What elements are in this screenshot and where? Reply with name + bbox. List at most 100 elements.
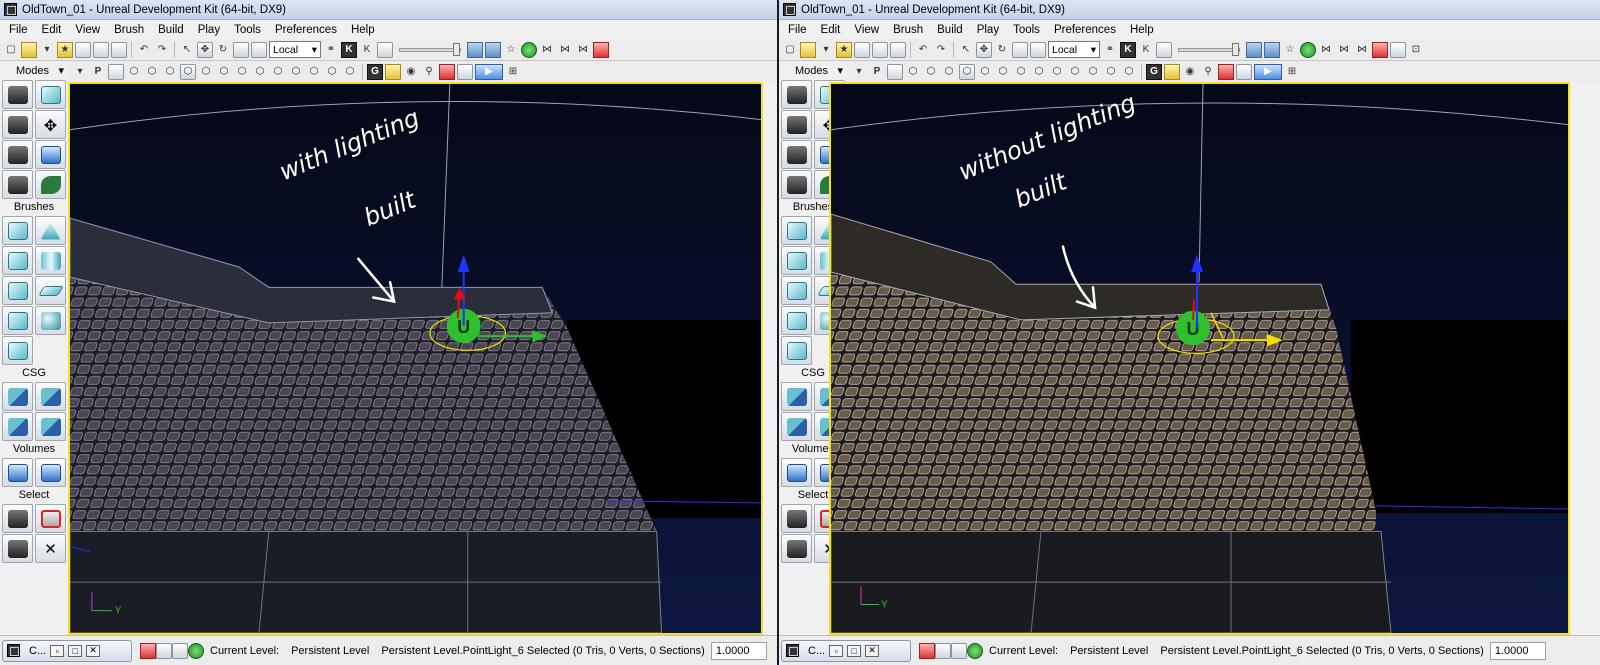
world-properties-icon[interactable] [1264, 41, 1280, 58]
save-all-icon[interactable] [872, 41, 888, 58]
build-lighting-icon[interactable]: ⋈ [1318, 42, 1334, 58]
menu-file[interactable]: File [2, 24, 35, 36]
terrain-mode-button[interactable] [781, 110, 812, 139]
texture-density-icon[interactable]: ⬡ [252, 64, 268, 80]
camera-mode-button[interactable] [2, 80, 33, 109]
build-geometry-icon[interactable] [521, 41, 537, 58]
world-properties-icon[interactable] [485, 41, 501, 58]
linear-stair-brush-button[interactable] [781, 276, 812, 305]
camera-mode-button[interactable] [781, 80, 812, 109]
perspective-icon[interactable]: P [90, 64, 106, 80]
menu-brush[interactable]: Brush [107, 24, 151, 36]
copy-icon[interactable] [111, 41, 127, 58]
csg-intersect-button[interactable] [781, 412, 812, 441]
build-cover-icon[interactable]: ⋈ [575, 42, 591, 58]
build-geometry-icon[interactable] [1300, 41, 1316, 58]
fullscreen-icon[interactable]: ⊡ [1408, 42, 1424, 58]
zoom-field[interactable]: 1.0000 [710, 641, 767, 660]
add-volume-button[interactable] [2, 458, 33, 487]
light-complexity-icon[interactable]: ⬡ [234, 64, 250, 80]
volumetric-brush-button[interactable] [2, 336, 33, 365]
camera-actor-icon[interactable]: ⚲ [421, 64, 437, 80]
viewport-options-icon[interactable]: ⊞ [505, 64, 521, 80]
binoculars-icon[interactable]: ⚭ [1102, 42, 1118, 58]
perspective-viewport[interactable]: U without lighting built Y [829, 82, 1570, 635]
hide-selected-button[interactable] [35, 504, 66, 533]
rotation-grid-icon[interactable] [172, 642, 188, 659]
coordinate-system-dropdown[interactable]: Local ▾ [1048, 41, 1100, 58]
maximize-icon[interactable]: □ [847, 644, 862, 657]
dropdown-arrow-icon[interactable]: ▾ [39, 42, 55, 58]
taskbar-button[interactable]: C... ▫ □ ✕ [781, 639, 911, 662]
show-selected-button[interactable] [2, 504, 33, 533]
slider-thumb[interactable] [1232, 42, 1239, 56]
follow-icon[interactable] [439, 63, 455, 80]
redo-icon[interactable]: ↷ [154, 42, 170, 58]
game-view-icon[interactable]: ⬡ [1121, 64, 1137, 80]
lighting-trace-icon[interactable]: ⬡ [306, 64, 322, 80]
kismet-icon[interactable]: K [341, 41, 357, 58]
menu-help[interactable]: Help [344, 24, 382, 36]
dropdown-arrow-icon[interactable]: ▾ [818, 42, 834, 58]
content-browser-icon[interactable] [1156, 41, 1172, 58]
play-in-viewport-icon[interactable]: ▶ [475, 63, 503, 80]
copy-icon[interactable] [890, 41, 906, 58]
mip-icon[interactable]: ⬡ [1103, 64, 1119, 80]
maximize-viewport-icon[interactable] [1236, 63, 1252, 80]
autosave-icon[interactable] [967, 642, 983, 659]
slider-thumb[interactable] [453, 42, 460, 56]
lighting-trace-icon[interactable]: ⬡ [1085, 64, 1101, 80]
redo-icon[interactable]: ↷ [933, 42, 949, 58]
content-browser-icon[interactable] [377, 41, 393, 58]
spiral-stair-brush-button[interactable] [2, 306, 33, 335]
menu-preferences[interactable]: Preferences [1047, 24, 1123, 36]
taskbar-button[interactable]: C... ▫ □ ✕ [2, 639, 132, 662]
texture-density-icon[interactable]: ⬡ [1031, 64, 1047, 80]
cube-brush-button[interactable] [781, 216, 812, 245]
menu-file[interactable]: File [781, 24, 814, 36]
menu-view[interactable]: View [847, 24, 886, 36]
foliage-mode-button[interactable] [35, 170, 66, 199]
binoculars-icon[interactable]: ⚭ [323, 42, 339, 58]
wireframe-icon[interactable]: ⬡ [144, 64, 160, 80]
undo-icon[interactable]: ↶ [136, 42, 152, 58]
build-cover-icon[interactable]: ⋈ [1354, 42, 1370, 58]
vertex-snap-icon[interactable] [156, 642, 172, 659]
realtime-icon[interactable] [108, 63, 124, 80]
sphere-brush-button[interactable] [35, 306, 66, 335]
restore-icon[interactable]: ▫ [50, 644, 65, 657]
eye-icon[interactable]: ◉ [1182, 64, 1198, 80]
close-icon[interactable]: ✕ [865, 644, 880, 657]
kismet-icon[interactable]: K [1120, 41, 1136, 58]
menu-brush[interactable]: Brush [886, 24, 930, 36]
rotation-grid-icon[interactable] [951, 642, 967, 659]
show-selected-button[interactable] [781, 504, 812, 533]
lightmap-density-icon[interactable]: ⬡ [288, 64, 304, 80]
select-cursor-icon[interactable]: ↖ [958, 42, 974, 58]
game-view-icon[interactable]: ⬡ [342, 64, 358, 80]
matinee-icon[interactable]: K [1138, 42, 1154, 58]
open-folder-icon[interactable] [21, 41, 37, 58]
cylinder-brush-button[interactable] [35, 246, 66, 275]
favorite-star-icon[interactable]: ★ [57, 41, 73, 58]
lighting-only-icon[interactable]: ⬡ [216, 64, 232, 80]
sheet-brush-button[interactable] [35, 276, 66, 305]
open-folder-icon[interactable] [800, 41, 816, 58]
unlit-icon[interactable]: ⬡ [941, 64, 957, 80]
build-lighting-icon[interactable]: ⋈ [539, 42, 555, 58]
select-cursor-icon[interactable]: ↖ [179, 42, 195, 58]
select-inverse-button[interactable] [781, 534, 812, 563]
texture-align-mode-button[interactable]: ✥ [35, 110, 66, 139]
scale-icon[interactable] [233, 41, 249, 58]
select-inverse-button[interactable] [2, 534, 33, 563]
lighting-only-icon[interactable]: ⬡ [995, 64, 1011, 80]
build-paths-icon[interactable]: ⋈ [1336, 42, 1352, 58]
lock-icon[interactable] [385, 63, 401, 80]
build-all-icon[interactable] [1372, 41, 1388, 58]
dropdown-arrow-icon[interactable]: ▾ [851, 64, 867, 80]
menu-help[interactable]: Help [1123, 24, 1161, 36]
add-volume-button[interactable] [781, 458, 812, 487]
menu-play[interactable]: Play [191, 24, 227, 36]
menu-edit[interactable]: Edit [814, 24, 848, 36]
volumetric-brush-button[interactable] [781, 336, 812, 365]
